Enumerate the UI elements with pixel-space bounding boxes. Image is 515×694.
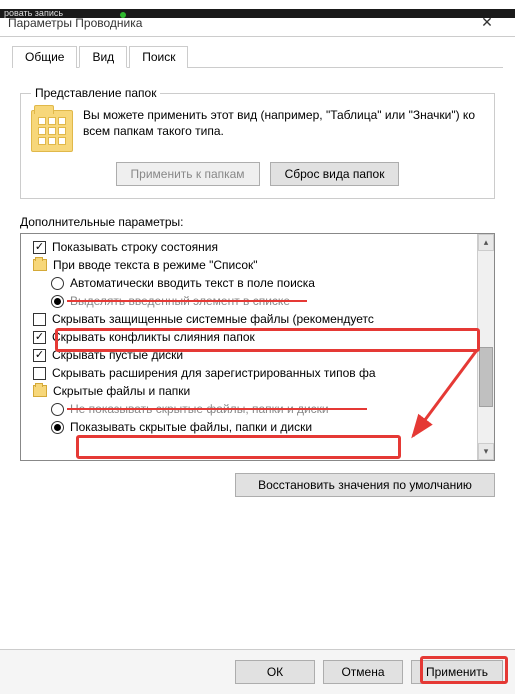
checkbox-icon[interactable] <box>33 241 46 254</box>
radio-icon[interactable] <box>51 403 64 416</box>
tree-item-label: Выделять введенный элемент в списке <box>70 292 290 310</box>
radio-icon[interactable] <box>51 295 64 308</box>
tab-search[interactable]: Поиск <box>129 46 188 68</box>
folder-icon <box>33 385 47 397</box>
tree-row-8: Скрытые файлы и папки <box>27 382 475 400</box>
advanced-tree: Показывать строку состоянияПри вводе тек… <box>20 233 495 461</box>
checkbox-icon[interactable] <box>33 313 46 326</box>
folder-view-legend: Представление папок <box>31 86 160 100</box>
reset-folders-button[interactable]: Сброс вида папок <box>270 162 400 186</box>
tab-view[interactable]: Вид <box>79 46 127 68</box>
tree-item-label: Скрывать конфликты слияния папок <box>52 328 255 346</box>
tree-row-0[interactable]: Показывать строку состояния <box>27 238 475 256</box>
folder-big-icon <box>31 110 73 152</box>
tree-item-label: Показывать скрытые файлы, папки и диски <box>70 418 312 436</box>
folder-view-group: Представление папок Вы можете применить … <box>20 86 495 199</box>
folder-icon <box>33 259 47 271</box>
tree-row-6[interactable]: Скрывать пустые диски <box>27 346 475 364</box>
scrollbar[interactable]: ▴ ▾ <box>477 234 494 460</box>
tree-row-5[interactable]: Скрывать конфликты слияния папок <box>27 328 475 346</box>
scroll-thumb[interactable] <box>479 347 493 407</box>
tree-item-label: Скрытые файлы и папки <box>53 382 190 400</box>
tree-item-label: Скрывать расширения для зарегистрированн… <box>52 364 376 382</box>
tree-row-9[interactable]: Не показывать скрытые файлы, папки и дис… <box>27 400 475 418</box>
tabs: Общие Вид Поиск <box>12 45 503 68</box>
apply-button[interactable]: Применить <box>411 660 503 684</box>
tree-row-4[interactable]: Скрывать защищенные системные файлы (рек… <box>27 310 475 328</box>
tree-item-label: Не показывать скрытые файлы, папки и дис… <box>70 400 329 418</box>
scroll-up-icon[interactable]: ▴ <box>478 234 494 251</box>
tree-row-3[interactable]: Выделять введенный элемент в списке <box>27 292 475 310</box>
radio-icon[interactable] <box>51 421 64 434</box>
scroll-down-icon[interactable]: ▾ <box>478 443 494 460</box>
dialog-buttons: ОК Отмена Применить <box>0 649 515 694</box>
tree-row-10[interactable]: Показывать скрытые файлы, папки и диски <box>27 418 475 436</box>
checkbox-icon[interactable] <box>33 349 46 362</box>
cancel-button[interactable]: Отмена <box>323 660 403 684</box>
tab-general[interactable]: Общие <box>12 46 77 68</box>
tree-item-label: При вводе текста в режиме "Список" <box>53 256 258 274</box>
ok-button[interactable]: ОК <box>235 660 315 684</box>
apply-to-folders-button: Применить к папкам <box>116 162 260 186</box>
radio-icon[interactable] <box>51 277 64 290</box>
folder-view-desc: Вы можете применить этот вид (например, … <box>83 108 484 139</box>
tree-item-label: Скрывать защищенные системные файлы (рек… <box>52 310 374 328</box>
tree-row-7[interactable]: Скрывать расширения для зарегистрированн… <box>27 364 475 382</box>
tree-row-2[interactable]: Автоматически вводить текст в поле поиск… <box>27 274 475 292</box>
tree-item-label: Показывать строку состояния <box>52 238 218 256</box>
tree-item-label: Скрывать пустые диски <box>52 346 183 364</box>
checkbox-icon[interactable] <box>33 331 46 344</box>
tree-item-label: Автоматически вводить текст в поле поиск… <box>70 274 315 292</box>
advanced-label: Дополнительные параметры: <box>20 215 495 229</box>
checkbox-icon[interactable] <box>33 367 46 380</box>
restore-defaults-button[interactable]: Восстановить значения по умолчанию <box>235 473 495 497</box>
tree-row-1: При вводе текста в режиме "Список" <box>27 256 475 274</box>
